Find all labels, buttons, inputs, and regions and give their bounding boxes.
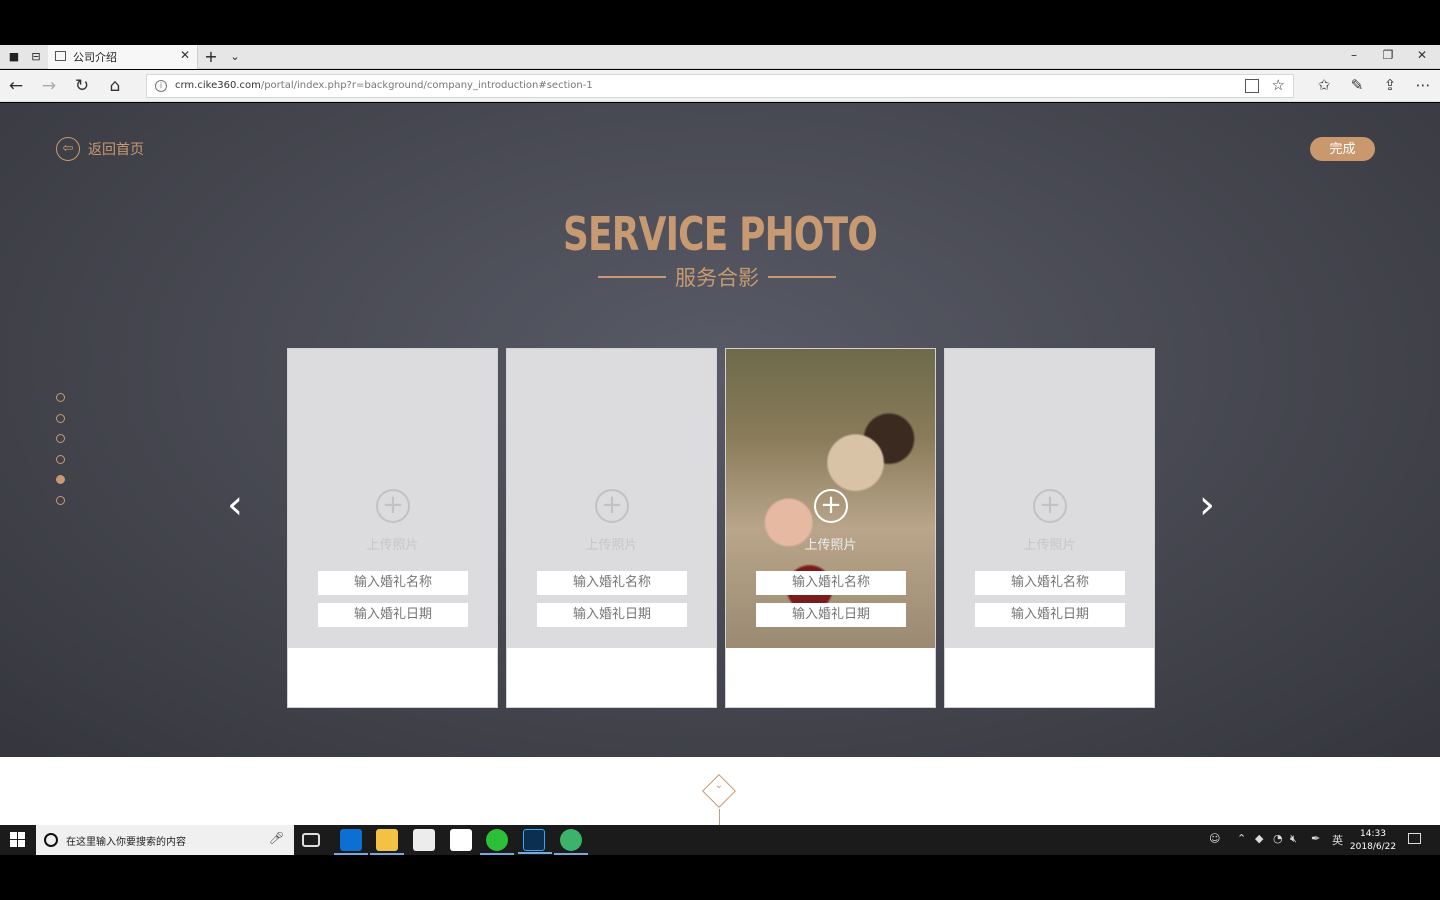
store-icon[interactable] [413,829,435,851]
web-note-pen-icon[interactable]: ✎ [1346,76,1368,94]
wedding-name-input[interactable] [537,571,687,595]
minimize-icon[interactable]: – [1344,48,1364,62]
section-nav-dots [56,393,65,517]
home-icon[interactable]: ⌂ [105,76,125,96]
wedding-date-input[interactable] [975,603,1125,627]
service-photo-section: ⇦ 返回首页 完成 SERVICE PHOTO 服务合影 ‹ › + 上传照片 [0,103,1440,757]
close-window-icon[interactable]: ✕ [1412,48,1432,62]
next-section-strip: ⌄ [0,757,1440,825]
share-icon[interactable]: ⇪ [1379,76,1401,94]
edge-browser-icon[interactable] [334,829,368,855]
url-text: crm.cike360.com/portal/index.php?r=backg… [175,80,593,91]
scroll-indicator-line [719,809,720,825]
more-menu-icon[interactable]: ⋯ [1412,76,1434,94]
carousel-next-arrow-icon[interactable]: › [1192,485,1222,525]
wechat-icon[interactable] [480,829,514,855]
subtitle-divider-left [598,276,666,278]
tab-title: 公司介绍 [73,51,117,64]
tab-actions-icon[interactable]: ■ [6,49,22,65]
section-dot-2[interactable] [56,413,65,423]
browser-tab[interactable]: 公司介绍 ✕ [48,45,198,69]
add-photo-plus-icon[interactable]: + [814,489,848,523]
mail-icon[interactable] [450,829,472,851]
chevron-down-icon: ⌄ [714,780,724,791]
reading-view-icon[interactable] [1245,79,1259,93]
browser-address-bar: ← → ↻ ⌂ i crm.cike360.com/portal/index.p… [0,70,1440,102]
desktop-screen: ■ ⊟ 公司介绍 ✕ + ⌄ – ❐ ✕ ← → ↻ ⌂ i crm.cike3… [0,0,1440,900]
network-icon[interactable]: ◔ [1273,832,1283,845]
clock-date: 2018/6/22 [1349,842,1397,852]
section-title: SERVICE PHOTO [562,207,878,261]
task-view-icon[interactable] [302,833,320,847]
file-explorer-icon[interactable] [370,829,404,855]
taskbar-search-placeholder: 在这里输入你要搜索的内容 [66,837,186,848]
section-subtitle-row: 服务合影 [598,263,836,291]
section-dot-3[interactable] [56,434,65,444]
microphone-icon[interactable]: 🎤︎ [269,831,284,845]
section-subtitle: 服务合影 [675,266,759,290]
refresh-icon[interactable]: ↻ [72,76,92,96]
wedding-name-input[interactable] [975,571,1125,595]
upload-photo-label: 上传照片 [804,538,857,553]
tray-chevron-up-icon[interactable]: ⌃ [1237,832,1246,845]
section-dot-1[interactable] [56,393,65,402]
back-home-link[interactable]: ⇦ 返回首页 [56,137,144,161]
browser-app-icon[interactable] [554,829,588,855]
subtitle-divider-right [768,276,836,278]
set-aside-tabs-icon[interactable]: ⊟ [28,49,44,65]
wedding-name-input[interactable] [756,571,906,595]
windows-start-icon[interactable] [10,832,26,848]
photo-card: + 上传照片 [287,348,498,708]
photo-card: + 上传照片 [944,348,1155,708]
section-dot-5[interactable] [56,475,65,485]
done-button[interactable]: 完成 [1310,137,1375,161]
restore-icon[interactable]: ❐ [1378,48,1398,62]
action-center-icon[interactable] [1408,833,1421,844]
volume-muted-icon[interactable]: 🔇︎ [1290,832,1297,846]
wedding-name-input[interactable] [318,571,468,595]
photo-card: + 上传照片 [506,348,717,708]
wedding-date-input[interactable] [318,603,468,627]
browser-tab-bar: ■ ⊟ 公司介绍 ✕ + ⌄ – ❐ ✕ [0,45,1440,69]
upload-photo-label: 上传照片 [1023,538,1076,553]
url-field[interactable]: i crm.cike360.com/portal/index.php?r=bac… [146,74,1294,98]
carousel-prev-arrow-icon[interactable]: ‹ [220,485,250,525]
tray-app-icon[interactable]: ◆ [1255,832,1263,845]
photo-card: + 上传照片 [725,348,936,708]
cortana-icon [44,833,58,847]
windows-taskbar: 在这里输入你要搜索的内容 🎤︎ ☺ ⌃ ◆ ◔ 🔇︎ ✒ 英 14:33 201… [0,825,1440,855]
back-home-label: 返回首页 [88,142,144,158]
clock-time: 14:33 [1360,829,1386,839]
add-photo-plus-icon[interactable]: + [1033,489,1067,523]
pen-workspace-icon[interactable]: ✒ [1311,832,1320,845]
people-icon[interactable]: ☺ [1209,832,1220,845]
site-info-icon[interactable]: i [155,80,167,92]
new-tab-icon[interactable]: + [203,49,219,65]
upload-photo-label: 上传照片 [366,538,419,553]
url-host: crm.cike360.com [175,80,261,91]
favorites-hub-icon[interactable]: ✩ [1313,76,1335,94]
taskbar-search-box[interactable]: 在这里输入你要搜索的内容 🎤︎ [36,825,294,855]
section-dot-4[interactable] [56,454,65,464]
tab-preview-chevron-icon[interactable]: ⌄ [227,49,243,65]
wedding-date-input[interactable] [756,603,906,627]
tab-close-icon[interactable]: ✕ [180,48,190,62]
ime-indicator[interactable]: 英 [1332,832,1343,848]
page-icon [55,51,66,61]
forward-arrow-icon[interactable]: → [39,76,59,96]
taskbar-clock[interactable]: 14:33 2018/6/22 [1348,828,1398,854]
wedding-date-input[interactable] [537,603,687,627]
add-photo-plus-icon[interactable]: + [376,489,410,523]
back-arrow-icon[interactable]: ← [6,76,26,96]
section-dot-6[interactable] [56,495,65,505]
add-photo-plus-icon[interactable]: + [595,489,629,523]
photoshop-icon[interactable] [518,829,552,854]
favorite-star-icon[interactable]: ☆ [1272,76,1285,94]
url-path: /portal/index.php?r=background/company_i… [260,80,593,91]
upload-photo-label: 上传照片 [585,538,638,553]
back-arrow-circle-icon: ⇦ [56,137,80,161]
